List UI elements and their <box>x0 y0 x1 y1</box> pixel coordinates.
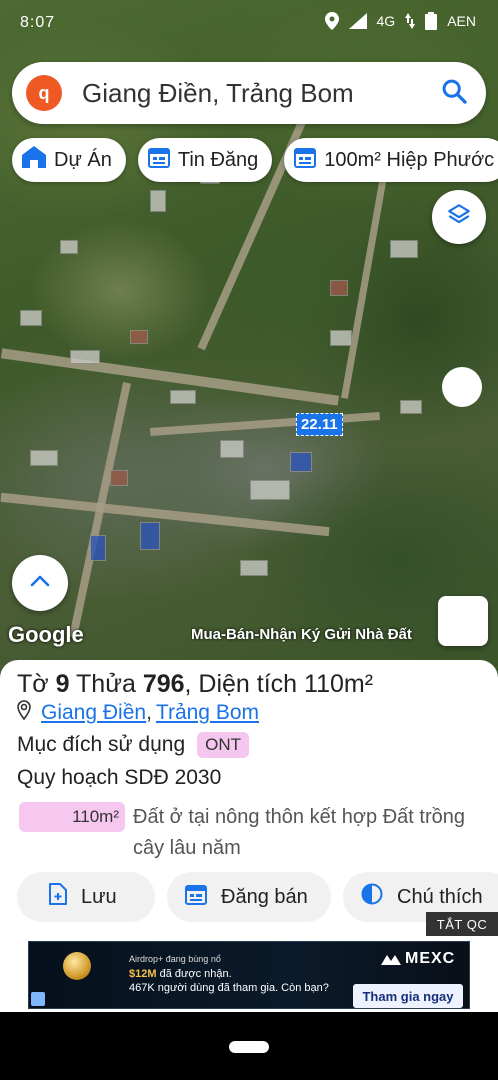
plot-number: 796 <box>142 670 185 698</box>
layers-button[interactable] <box>432 190 486 244</box>
parcel-info-panel: Tờ 9 Thửa 796, Diện tích 110m² Giang Điề… <box>0 660 498 938</box>
coin-icon <box>63 952 91 980</box>
commune-link[interactable]: Giang Điền <box>41 701 146 725</box>
status-extra: AEN <box>447 13 476 29</box>
ad-info-icon[interactable] <box>31 992 45 1006</box>
plan-title: Quy hoạch SDĐ 2030 <box>17 766 222 789</box>
map-building <box>390 240 418 258</box>
plot-label: Thửa <box>76 670 136 698</box>
location-icon <box>324 12 339 30</box>
chip-label: Tin Đăng <box>177 148 259 171</box>
ad-amount: $12M <box>129 968 157 980</box>
pin-icon <box>17 700 31 726</box>
ad-line-2-rest: đã được nhận. <box>156 968 232 980</box>
save-button[interactable]: Lưu <box>17 872 155 922</box>
post-sale-button[interactable]: Đăng bán <box>167 872 331 922</box>
map-building <box>290 452 312 472</box>
map-square-button[interactable] <box>438 596 488 646</box>
map-building <box>30 450 58 466</box>
status-icons: 4G AEN <box>324 12 476 30</box>
parcel-location: Giang Điền, Trảng Bom <box>17 700 259 726</box>
district-link[interactable]: Trảng Bom <box>156 701 259 725</box>
area-label: , Diện tích <box>184 670 298 698</box>
calendar-icon <box>185 883 221 911</box>
map-building <box>170 390 196 404</box>
area-value: 110m² <box>304 670 374 698</box>
map-building <box>330 280 348 296</box>
calendar-icon <box>294 146 324 174</box>
app-logo-icon: q <box>26 75 62 111</box>
map-credit-text: Mua-Bán-Nhận Ký Gửi Nhà Đất <box>191 626 412 643</box>
signal-icon <box>348 13 367 29</box>
ad-brand: MEXC <box>381 950 455 968</box>
chip-hiep-phuoc[interactable]: 100m² Hiệp Phước <box>284 138 498 182</box>
google-attribution: Google <box>8 622 84 647</box>
map-building <box>20 310 42 326</box>
map-road <box>150 411 380 437</box>
system-nav-bar <box>0 1012 498 1080</box>
file-add-icon <box>49 883 81 911</box>
map-building <box>70 350 100 364</box>
chip-label: 100m² Hiệp Phước <box>324 148 495 171</box>
expand-up-button[interactable] <box>12 555 68 611</box>
calendar-icon <box>147 146 178 174</box>
map-building <box>140 522 160 550</box>
filter-chips: Dự Án Tin Đăng 100m² Hiệp Phước <box>12 138 498 182</box>
ad-cta-button[interactable]: Tham gia ngay <box>353 984 463 1008</box>
map-building <box>150 190 166 212</box>
ad-line-1: Airdrop+ đang bùng nổ <box>129 954 221 964</box>
map-building <box>250 480 290 500</box>
network-label: 4G <box>376 13 396 29</box>
plan-description: Đất ở tại nông thôn kết hợp Đất trồng câ… <box>133 806 465 859</box>
mexc-logo-icon <box>381 950 405 967</box>
home-icon <box>22 146 54 174</box>
parcel-title: Tờ 9 Thửa 796, Diện tích 110m² <box>17 670 373 699</box>
close-ad-button[interactable]: TẮT QC <box>426 912 498 936</box>
ad-line-2: $12M đã được nhận. <box>129 968 232 980</box>
search-query[interactable]: Giang Điền, Trảng Bom <box>82 78 440 109</box>
map-building <box>240 560 268 576</box>
search-bar[interactable]: q Giang Điền, Trảng Bom <box>12 62 486 124</box>
chip-tin-dang[interactable]: Tin Đăng <box>137 138 273 182</box>
chevron-up-icon <box>30 574 50 593</box>
map-building <box>330 330 352 346</box>
ad-line-3: 467K người dùng đã tham gia. Còn bạn? <box>129 982 329 994</box>
compass-button[interactable] <box>442 367 482 407</box>
map-building <box>60 240 78 254</box>
ad-banner[interactable]: Airdrop+ đang bùng nổ $12M đã được nhận.… <box>28 941 470 1009</box>
map-building <box>90 535 106 561</box>
land-use-row: Mục đích sử dụng ONT <box>17 732 250 758</box>
chip-label: Dự Án <box>54 148 112 171</box>
map-building <box>400 400 422 414</box>
land-use-badge: ONT <box>197 732 250 758</box>
map-building <box>110 470 128 486</box>
chip-du-an[interactable]: Dự Án <box>12 138 126 182</box>
location-separator: , <box>146 701 152 724</box>
sheet-number: 9 <box>55 670 70 698</box>
sheet-label: Tờ <box>17 670 49 698</box>
legend-label: Chú thích <box>397 885 483 908</box>
search-icon[interactable] <box>440 77 468 110</box>
plan-area-badge: 110m² <box>19 802 125 832</box>
data-arrows-icon <box>405 13 416 29</box>
layers-icon <box>446 202 472 233</box>
status-bar: 8:07 4G AEN <box>0 0 498 46</box>
land-use-label: Mục đích sử dụng <box>17 733 186 756</box>
map-building <box>220 440 244 458</box>
battery-icon <box>425 12 438 30</box>
save-label: Lưu <box>81 885 117 908</box>
status-time: 8:07 <box>20 14 56 31</box>
post-sale-label: Đăng bán <box>221 885 308 908</box>
contrast-icon <box>361 883 397 911</box>
parcel-marker[interactable]: 22.11 <box>296 413 343 436</box>
ad-brand-label: MEXC <box>405 950 456 967</box>
map-building <box>130 330 148 344</box>
home-gesture-pill[interactable] <box>229 1041 269 1053</box>
